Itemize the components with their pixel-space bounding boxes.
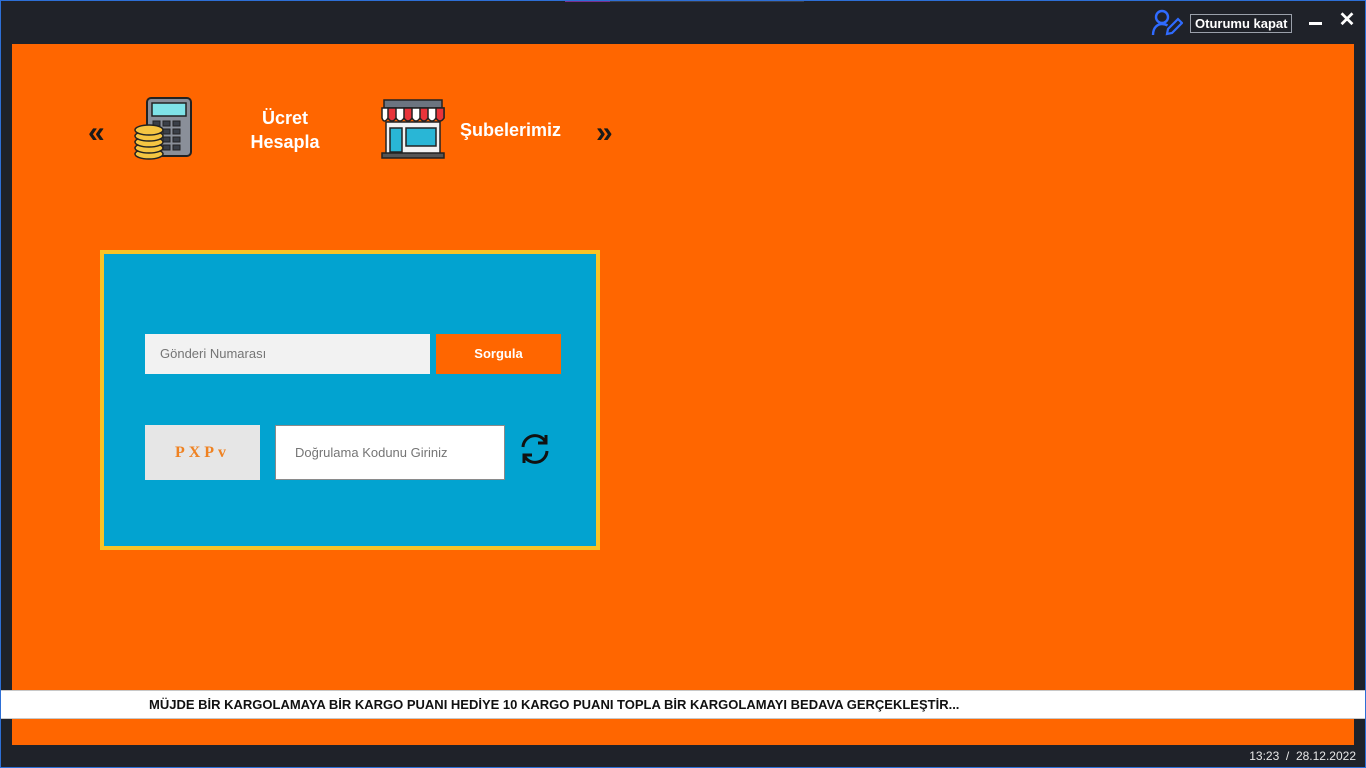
query-button[interactable]: Sorgula — [436, 334, 561, 374]
title-accent-secondary — [610, 0, 804, 2]
verification-code-input[interactable] — [275, 425, 505, 480]
close-icon[interactable]: ✕ — [1338, 9, 1356, 31]
user-edit-icon[interactable] — [1151, 9, 1183, 37]
calculator-coins-icon[interactable] — [133, 96, 195, 162]
refresh-icon[interactable] — [518, 432, 552, 466]
captcha-image: PXPv — [145, 425, 260, 480]
minimize-icon[interactable] — [1309, 22, 1322, 25]
main-area: « Ücret Hesapla Şubelerimiz » Gönderi Nu… — [12, 44, 1354, 745]
status-time: 13:23 — [1249, 749, 1280, 763]
carousel-prev-button[interactable]: « — [88, 118, 105, 148]
nav-item-branches[interactable]: Şubelerimiz — [460, 118, 580, 142]
status-bar: 13:23 / 28.12.2022 — [1249, 748, 1356, 764]
carousel-next-button[interactable]: » — [596, 118, 613, 148]
logout-button[interactable]: Oturumu kapat — [1190, 14, 1293, 33]
store-icon[interactable] — [380, 98, 446, 160]
tracking-number-input[interactable] — [145, 334, 430, 374]
nav-item-fee-calculator[interactable]: Ücret Hesapla — [240, 106, 330, 154]
shipment-query-panel: Sorgula PXPv — [100, 250, 600, 550]
announcement-marquee: MÜJDE BİR KARGOLAMAYA BİR KARGO PUANI HE… — [0, 690, 1366, 719]
status-date: 28.12.2022 — [1295, 749, 1356, 763]
status-separator: / — [1285, 749, 1290, 763]
title-bar: Oturumu kapat ✕ — [0, 0, 1366, 44]
announcement-text: MÜJDE BİR KARGOLAMAYA BİR KARGO PUANI HE… — [149, 697, 960, 712]
title-accent — [565, 0, 610, 2]
